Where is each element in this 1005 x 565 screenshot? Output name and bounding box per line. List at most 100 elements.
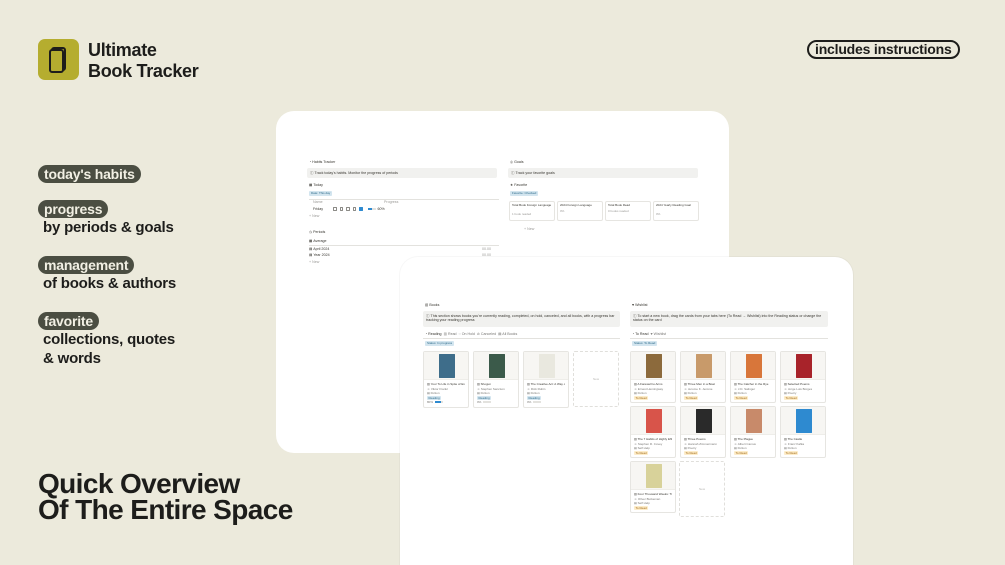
wishlist-book-card[interactable]: ▥ Four Thousand Weeks: Time Management f… — [630, 461, 676, 513]
habits-today-label[interactable]: ▦ Today — [309, 183, 323, 187]
goals-title: ◎ Goals — [510, 160, 524, 164]
book-status: To Read — [684, 395, 699, 400]
book-card[interactable]: ▥ The Creative Act: A Way of Bein☺ Rick … — [523, 351, 569, 408]
tab-wishlist[interactable]: ♥ Wishlist — [651, 332, 667, 336]
tab-reading[interactable]: ◔ Reading — [425, 332, 442, 336]
wishlist-book-card[interactable]: ▥ The Castle ☺ Franz Kafka ▤ Fiction To Rea… — [780, 406, 826, 458]
habit-checkbox[interactable] — [352, 207, 356, 211]
feature-favorite-sub1: collections, quotes — [43, 331, 176, 348]
wishlist-book-card[interactable]: ▥ The 7 Habits of Highly Effective Peopl… — [630, 406, 676, 458]
habits-title: ◔ Habits Tracker — [309, 160, 336, 164]
goal-card-title: Total Book Read — [608, 203, 631, 207]
books-tabs: ◔ Reading ▥ Read ◌ On Hold ⊘ Canceled ▤ … — [425, 332, 517, 336]
wishlist-book-card[interactable]: ▥ Three Men in a Boat ☺ Jerome K. Jerome ▤… — [680, 351, 726, 403]
book-progress-bar — [533, 401, 542, 403]
tab-read[interactable]: ▥ Read — [444, 332, 457, 336]
book-status: To Read — [784, 450, 799, 455]
book-card[interactable]: ▥ Your To Life in Spite of Everything☺ V… — [423, 351, 469, 408]
wishlist-tabs: ◔ To Read ♥ Wishlist — [632, 332, 666, 336]
tab-all-books[interactable]: ▤ All Books — [498, 332, 517, 336]
books-title: ▥ Books — [425, 303, 440, 307]
book-cover-area — [781, 407, 825, 435]
habit-checkbox[interactable] — [339, 207, 343, 211]
divider — [309, 245, 499, 246]
books-callout-text: ⓘ This section shows books you're curren… — [426, 314, 615, 322]
habits-progress-bar — [367, 208, 376, 210]
book-cover-image — [489, 354, 505, 378]
book-status: To Read — [634, 505, 649, 510]
book-status: To Read — [634, 450, 649, 455]
goals-favorite-label[interactable]: ★ Favorite — [510, 183, 527, 187]
habits-row[interactable]: Friday 60% — [313, 207, 385, 211]
divider — [630, 338, 828, 339]
tab-on-hold[interactable]: ◌ On Hold — [459, 332, 475, 336]
period-row[interactable]: ▤ April 2024 — [309, 247, 329, 251]
books-new-card[interactable]: New — [573, 351, 619, 407]
app-logo — [38, 39, 79, 80]
habits-row-progress: 60% — [377, 207, 385, 211]
book-status: To Read — [784, 395, 799, 400]
headline: Quick Overview Of The Entire Space — [38, 470, 293, 525]
period-row[interactable]: ▤ Year 2024 — [309, 253, 330, 257]
tab-canceled[interactable]: ⊘ Canceled — [477, 332, 496, 336]
book-progress: 0% — [527, 400, 565, 405]
book-cover-area — [424, 352, 468, 380]
goal-card-title: Total Book Foreign Language — [512, 203, 552, 207]
divider — [309, 199, 499, 200]
book-cover-area — [631, 407, 675, 435]
book-cover-image — [796, 409, 812, 433]
book-cover-image — [646, 464, 662, 488]
habits-col-progress: Progress — [384, 200, 399, 204]
habit-checkbox[interactable] — [346, 207, 350, 211]
book-cover-area — [631, 352, 675, 380]
book-cover-image — [539, 354, 555, 378]
instructions-badge: includes instructions — [807, 40, 960, 59]
book-status: To Read — [734, 395, 749, 400]
logo-card-back — [49, 49, 64, 73]
goals-new-button[interactable]: + New — [524, 227, 534, 231]
book-cover-image — [746, 354, 762, 378]
book-cover-area — [524, 352, 568, 380]
wishlist-book-card[interactable]: ▥ The Catcher in the Rye ☺ J.D. Salinger ▤… — [730, 351, 776, 403]
goals-favorite-filter[interactable]: Favorite: Checked — [510, 191, 539, 196]
habits-date-filter[interactable]: Date: This day — [309, 191, 333, 196]
periods-view-tab[interactable]: ▦ Average — [309, 239, 327, 243]
book-cover-image — [696, 409, 712, 433]
book-cover-area — [731, 352, 775, 380]
tab-to-read[interactable]: ◔ To Read — [632, 332, 649, 336]
book-cover-image — [696, 354, 712, 378]
habit-checkbox-checked[interactable] — [359, 207, 363, 211]
wishlist-book-card[interactable]: ▥ Three Poems ☺ Hannah Zimmermann ▤ Poetry… — [680, 406, 726, 458]
goal-card-sub: 0% — [560, 209, 565, 213]
feature-habits-pill: today's habits — [38, 165, 141, 183]
wishlist-book-card[interactable]: ▥ The Plague ☺ Albert Camus ▤ Fiction To Re… — [730, 406, 776, 458]
brand-title-line1: Ultimate — [88, 40, 157, 60]
wishlist-book-card[interactable]: ▥ Selected Poems ☺ Jorge Luis Borges ▤ Poe… — [780, 351, 826, 403]
feature-favorite-sub2: & words — [43, 350, 101, 367]
book-cover-area — [731, 407, 775, 435]
feature-favorite-pill: favorite — [38, 312, 99, 330]
wishlist-status-filter[interactable]: Status: To Read — [632, 341, 658, 346]
book-status: To Read — [634, 395, 649, 400]
habits-new-button[interactable]: + New — [309, 214, 319, 218]
book-cover-area — [474, 352, 518, 380]
book-progress: 0% — [477, 400, 515, 405]
book-card[interactable]: ▥ Shogun ☺ Stephen Sanctum ▤ Fiction Readin… — [473, 351, 519, 408]
wishlist-title: ♥ Wishlist — [632, 303, 648, 307]
periods-new-button[interactable]: + New — [309, 260, 319, 264]
habit-checkbox[interactable] — [333, 207, 337, 211]
book-status: To Read — [734, 450, 749, 455]
goal-card-title: 2024 Yearly Reading Goal — [656, 203, 691, 207]
feature-management-sub: of books & authors — [43, 275, 177, 292]
wishlist-book-card[interactable]: ▥ A Farewell to Arms ☺ Ernest Hemingway ▤ … — [630, 351, 676, 403]
book-cover-area — [681, 407, 725, 435]
brand-title-line2: Book Tracker — [88, 61, 199, 81]
wishlist-callout-text: ⓘ To start a new book, drag the cards fr… — [633, 314, 822, 322]
headline-line2: Of The Entire Space — [38, 494, 293, 525]
habits-col-name: Name — [313, 200, 323, 204]
divider — [423, 338, 620, 339]
books-status-filter[interactable]: Status: In progress — [425, 341, 455, 346]
wishlist-new-card[interactable]: New — [679, 461, 725, 517]
dashboard-screen-front: ▥ Books ⓘ This section shows books you'r… — [400, 257, 853, 565]
book-status: To Read — [684, 450, 699, 455]
